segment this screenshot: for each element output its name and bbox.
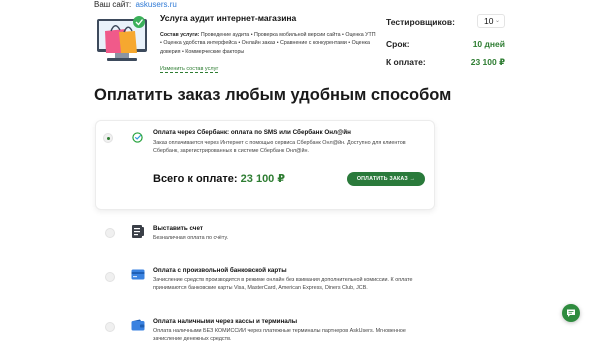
chat-button[interactable] xyxy=(562,304,580,322)
option-desc-cash: Оплата наличными БЕЗ КОМИССИИ через плат… xyxy=(153,328,406,343)
service-details: Состав услуги: Проведение аудита • Прове… xyxy=(160,31,378,56)
sberbank-icon xyxy=(132,132,143,143)
option-title-cash: Оплата наличными через кассы и терминалы xyxy=(153,318,298,325)
term-label: Срок: xyxy=(386,39,410,49)
chat-icon xyxy=(567,309,575,317)
chevron-down-icon: ⌄ xyxy=(494,18,500,24)
term-value: 10 дней xyxy=(472,39,505,49)
option-title-bank-card: Оплата с произвольной банковской карты xyxy=(153,267,287,274)
change-services-link[interactable]: Изменить состав услуг xyxy=(160,66,219,73)
total-label: Всего к оплате: 23 100 ₽ xyxy=(153,172,285,185)
option-desc-bank-card: Зачисление средств производится в режиме… xyxy=(153,277,413,292)
pay-order-button[interactable]: ОПЛАТИТЬ ЗАКАЗ → xyxy=(347,172,425,186)
payment-radio-invoice[interactable] xyxy=(105,228,115,238)
option-desc-sberbank: Заказ оплачивается через Интернет с помо… xyxy=(153,140,406,155)
testers-label: Тестировщиков: xyxy=(386,17,455,27)
total-label-text: Всего к оплате: xyxy=(153,173,238,185)
pay-label: К оплате: xyxy=(386,57,426,67)
wallet-icon xyxy=(131,319,145,331)
option-title-sberbank: Оплата через Сбербанк: оплата по SMS или… xyxy=(153,129,351,136)
page-title: Оплатить заказ любым удобным способом xyxy=(94,86,452,104)
service-title: Услуга аудит интернет-магазина xyxy=(160,13,297,23)
monitor-shopping-illustration xyxy=(97,16,147,61)
site-line: Ваш сайт: askusers.ru xyxy=(94,0,177,9)
invoice-icon xyxy=(132,225,144,238)
option-desc-invoice: Безналичная оплата по счёту. xyxy=(153,235,229,241)
service-details-label: Состав услуги: xyxy=(160,32,200,38)
testers-select[interactable]: 10 ⌄ xyxy=(477,14,505,28)
payment-radio-sberbank[interactable] xyxy=(103,133,113,143)
bank-card-icon xyxy=(131,269,145,280)
payment-radio-cash[interactable] xyxy=(105,322,115,332)
testers-value: 10 xyxy=(484,16,494,26)
pay-value: 23 100 ₽ xyxy=(470,57,505,67)
payment-radio-bank-card[interactable] xyxy=(105,272,115,282)
option-title-invoice: Выставить счет xyxy=(153,225,203,232)
site-url[interactable]: askusers.ru xyxy=(135,0,176,9)
total-value: 23 100 ₽ xyxy=(240,173,286,185)
site-label: Ваш сайт: xyxy=(94,0,132,9)
